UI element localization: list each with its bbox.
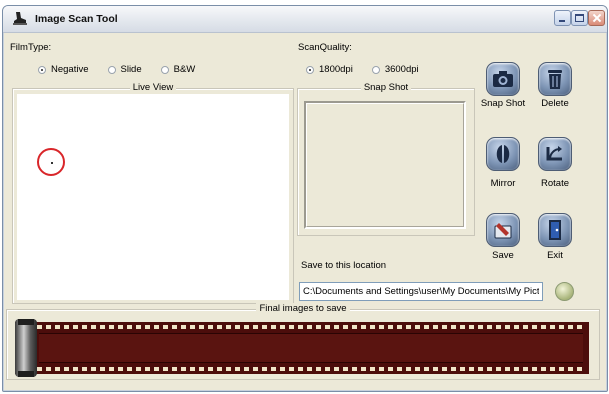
delete-button[interactable] — [538, 62, 572, 96]
live-view-group: Live View — [12, 82, 294, 304]
film-type-label: FilmType: — [10, 42, 52, 53]
save-button[interactable] — [486, 213, 520, 247]
save-path-field[interactable] — [299, 282, 543, 301]
exit-door-icon — [549, 220, 561, 240]
film-perforations-top — [37, 325, 585, 329]
title-bar[interactable]: Image Scan Tool — [3, 6, 607, 33]
maximize-icon — [575, 14, 584, 22]
rotate-button-label[interactable]: Rotate — [525, 178, 585, 189]
film-frame-area[interactable] — [39, 333, 583, 363]
final-images-label: Final images to save — [256, 303, 350, 314]
snap-shot-label: Snap Shot — [360, 82, 412, 93]
rotate-icon — [546, 146, 562, 161]
radio-slide[interactable] — [107, 65, 116, 74]
film-type-radio-group: Negative Slide B&W — [38, 64, 214, 75]
radio-negative[interactable] — [38, 65, 46, 74]
scan-quality-radio-group: 1800dpi 3600dpi — [306, 64, 438, 75]
radio-slide-label[interactable]: Slide — [121, 64, 142, 75]
radio-1800dpi-label[interactable]: 1800dpi — [319, 64, 353, 75]
radio-1800dpi[interactable] — [306, 65, 314, 74]
cursor-dot — [51, 162, 53, 164]
mirror-button[interactable] — [486, 137, 520, 171]
minimize-button[interactable] — [554, 10, 571, 26]
exit-button-label[interactable]: Exit — [525, 250, 585, 261]
exit-button[interactable] — [538, 213, 572, 247]
browse-folder-button[interactable] — [555, 282, 574, 301]
radio-negative-label[interactable]: Negative — [51, 64, 89, 75]
window-title: Image Scan Tool — [35, 13, 118, 25]
live-view-canvas[interactable] — [17, 94, 289, 300]
live-view-label: Live View — [129, 82, 177, 93]
mirror-button-label[interactable]: Mirror — [473, 178, 533, 189]
mirror-icon — [496, 145, 510, 163]
radio-3600dpi[interactable] — [371, 65, 380, 74]
snap-shot-button[interactable] — [486, 62, 520, 96]
radio-bw-label[interactable]: B&W — [174, 64, 196, 75]
film-canister-icon — [15, 319, 37, 377]
cursor-highlight — [37, 148, 65, 176]
film-strip[interactable] — [15, 319, 589, 377]
film-perforations-bottom — [37, 367, 585, 371]
delete-button-label[interactable]: Delete — [525, 98, 585, 109]
rotate-button[interactable] — [538, 137, 572, 171]
trash-icon — [548, 70, 562, 89]
radio-bw[interactable] — [160, 65, 169, 74]
save-button-label[interactable]: Save — [473, 250, 533, 261]
camera-icon — [493, 71, 513, 87]
snap-shot-button-label[interactable]: Snap Shot — [473, 98, 533, 109]
radio-3600dpi-label[interactable]: 3600dpi — [385, 64, 419, 75]
final-images-group: Final images to save — [6, 303, 600, 380]
close-button[interactable] — [588, 10, 605, 26]
scan-quality-label: ScanQuality: — [298, 42, 352, 53]
save-icon — [494, 223, 512, 239]
scanner-app-icon — [13, 12, 27, 25]
maximize-button[interactable] — [571, 10, 588, 26]
snap-shot-preview[interactable] — [304, 101, 466, 229]
save-location-label: Save to this location — [301, 260, 387, 271]
snap-shot-group: Snap Shot — [297, 82, 475, 236]
minimize-icon — [559, 20, 565, 22]
